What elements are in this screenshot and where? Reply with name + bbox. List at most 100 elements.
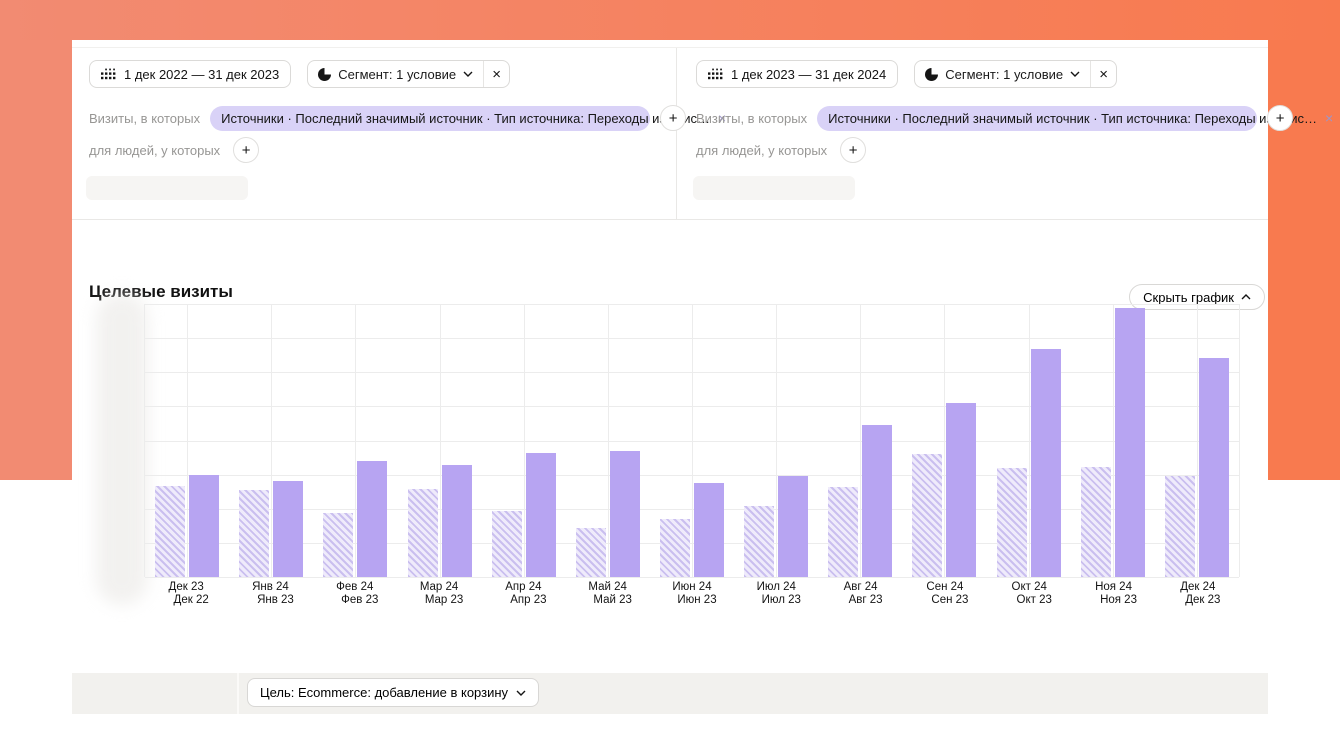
bar-solid[interactable] bbox=[189, 475, 219, 577]
bar-group bbox=[987, 304, 1071, 577]
date-range-label: 1 дек 2023 — 31 дек 2024 bbox=[731, 67, 886, 82]
bar-solid[interactable] bbox=[778, 476, 808, 577]
bar-solid[interactable] bbox=[273, 481, 303, 577]
chip-close-icon[interactable]: × bbox=[1325, 111, 1333, 125]
bar-solid[interactable] bbox=[1115, 308, 1145, 577]
segment-b-filters: 1 дек 2023 — 31 дек 2024 Сегмент: 1 усло… bbox=[679, 40, 1283, 219]
date-range-button-b[interactable]: 1 дек 2023 — 31 дек 2024 bbox=[696, 60, 898, 88]
goal-selector-button[interactable]: Цель: Ecommerce: добавление в корзину bbox=[247, 678, 539, 707]
footer-divider bbox=[237, 673, 239, 714]
bar-group bbox=[145, 304, 229, 577]
goal-selector-label: Цель: Ecommerce: добавление в корзину bbox=[260, 685, 508, 700]
bar-solid[interactable] bbox=[1199, 358, 1229, 577]
segment-label: Сегмент: 1 условие bbox=[338, 67, 456, 82]
bar-group bbox=[313, 304, 397, 577]
orange-banner-left bbox=[0, 40, 72, 480]
filters-vertical-divider bbox=[676, 48, 677, 219]
segment-button-b[interactable]: Сегмент: 1 условие bbox=[915, 61, 1090, 87]
add-people-condition-button-a[interactable]: + bbox=[233, 137, 259, 163]
x-axis-label: Дек 24Дек 23 bbox=[1156, 581, 1240, 606]
page: 1 дек 2022 — 31 дек 2023 Сегмент: 1 усло… bbox=[0, 0, 1340, 754]
chart-x-axis-labels: Дек 23Дек 22Янв 24Янв 23Фев 24Фев 23Мар … bbox=[144, 581, 1240, 611]
bar-group bbox=[482, 304, 566, 577]
bar-solid[interactable] bbox=[442, 465, 472, 577]
filters-horizontal-divider bbox=[72, 219, 1268, 220]
bar-solid[interactable] bbox=[357, 461, 387, 577]
visits-condition-label: Визиты, в которых bbox=[89, 111, 200, 126]
chevron-down-icon bbox=[1070, 71, 1080, 77]
loading-skeleton bbox=[86, 176, 248, 200]
pie-chart-icon bbox=[925, 68, 938, 81]
bar-solid[interactable] bbox=[946, 403, 976, 577]
chart-plot bbox=[144, 304, 1240, 577]
x-axis-label: Окт 24Окт 23 bbox=[987, 581, 1071, 606]
bar-hatched[interactable] bbox=[744, 506, 774, 577]
bar-hatched[interactable] bbox=[912, 454, 942, 577]
x-axis-label: Ноя 24Ноя 23 bbox=[1071, 581, 1155, 606]
gridline-horizontal bbox=[145, 577, 1239, 578]
report-panel: 1 дек 2022 — 31 дек 2023 Сегмент: 1 усло… bbox=[72, 40, 1268, 754]
yaxis-ghost-blob bbox=[96, 293, 148, 605]
x-axis-label: Июл 24Июл 23 bbox=[734, 581, 818, 606]
bar-solid[interactable] bbox=[862, 425, 892, 577]
footer-toolbar: Цель: Ecommerce: добавление в корзину bbox=[72, 673, 1268, 714]
calendar-dots-icon bbox=[708, 68, 723, 80]
bar-hatched[interactable] bbox=[1081, 467, 1111, 577]
people-condition-label: для людей, у которых bbox=[89, 143, 220, 158]
segment-label: Сегмент: 1 условие bbox=[945, 67, 1063, 82]
x-axis-label: Авг 24Авг 23 bbox=[818, 581, 902, 606]
filter-chip-text: Источники · Последний значимый источник … bbox=[828, 111, 1317, 126]
date-range-button-a[interactable]: 1 дек 2022 — 31 дек 2023 bbox=[89, 60, 291, 88]
add-visit-condition-button-b[interactable]: + bbox=[1267, 105, 1293, 131]
bar-hatched[interactable] bbox=[323, 513, 353, 577]
pie-chart-icon bbox=[318, 68, 331, 81]
bar-hatched[interactable] bbox=[576, 528, 606, 577]
x-axis-label: Дек 23Дек 22 bbox=[144, 581, 228, 606]
date-range-label: 1 дек 2022 — 31 дек 2023 bbox=[124, 67, 279, 82]
bar-solid[interactable] bbox=[526, 453, 556, 577]
segment-remove-button-b[interactable]: × bbox=[1090, 61, 1116, 87]
hide-chart-label: Скрыть график bbox=[1143, 290, 1234, 305]
bar-hatched[interactable] bbox=[155, 486, 185, 577]
x-axis-label: Мар 24Мар 23 bbox=[397, 581, 481, 606]
bar-group bbox=[1155, 304, 1239, 577]
bar-group bbox=[566, 304, 650, 577]
x-axis-label: Июн 24Июн 23 bbox=[650, 581, 734, 606]
bar-hatched[interactable] bbox=[408, 489, 438, 577]
people-condition-label: для людей, у которых bbox=[696, 143, 827, 158]
chevron-up-icon bbox=[1241, 294, 1251, 300]
segment-button-a[interactable]: Сегмент: 1 условие bbox=[308, 61, 483, 87]
chevron-down-icon bbox=[516, 690, 526, 696]
bar-hatched[interactable] bbox=[239, 490, 269, 577]
orange-banner-top bbox=[0, 0, 1340, 40]
bar-group bbox=[650, 304, 734, 577]
bar-hatched[interactable] bbox=[828, 487, 858, 577]
bar-group bbox=[229, 304, 313, 577]
bar-solid[interactable] bbox=[694, 483, 724, 577]
bar-hatched[interactable] bbox=[997, 468, 1027, 577]
bar-hatched[interactable] bbox=[492, 511, 522, 577]
segment-control-b: Сегмент: 1 условие × bbox=[914, 60, 1117, 88]
add-people-condition-button-b[interactable]: + bbox=[840, 137, 866, 163]
bar-solid[interactable] bbox=[1031, 349, 1061, 577]
loading-skeleton bbox=[693, 176, 855, 200]
filter-chip-b[interactable]: Источники · Последний значимый источник … bbox=[817, 106, 1257, 131]
bar-solid[interactable] bbox=[610, 451, 640, 577]
x-axis-label: Фев 24Фев 23 bbox=[313, 581, 397, 606]
x-axis-label: Сен 24Сен 23 bbox=[903, 581, 987, 606]
segment-remove-button-a[interactable]: × bbox=[483, 61, 509, 87]
bar-hatched[interactable] bbox=[660, 519, 690, 577]
calendar-dots-icon bbox=[101, 68, 116, 80]
filter-chip-text: Источники · Последний значимый источник … bbox=[221, 111, 710, 126]
segment-a-filters: 1 дек 2022 — 31 дек 2023 Сегмент: 1 усло… bbox=[72, 40, 676, 219]
bar-hatched[interactable] bbox=[1165, 476, 1195, 577]
x-axis-label: Янв 24Янв 23 bbox=[228, 581, 312, 606]
filter-chip-a[interactable]: Источники · Последний значимый источник … bbox=[210, 106, 650, 131]
chevron-down-icon bbox=[463, 71, 473, 77]
bar-group bbox=[397, 304, 481, 577]
segment-control-a: Сегмент: 1 условие × bbox=[307, 60, 510, 88]
x-axis-label: Апр 24Апр 23 bbox=[481, 581, 565, 606]
visits-condition-label: Визиты, в которых bbox=[696, 111, 807, 126]
bar-group bbox=[734, 304, 818, 577]
bar-group bbox=[818, 304, 902, 577]
